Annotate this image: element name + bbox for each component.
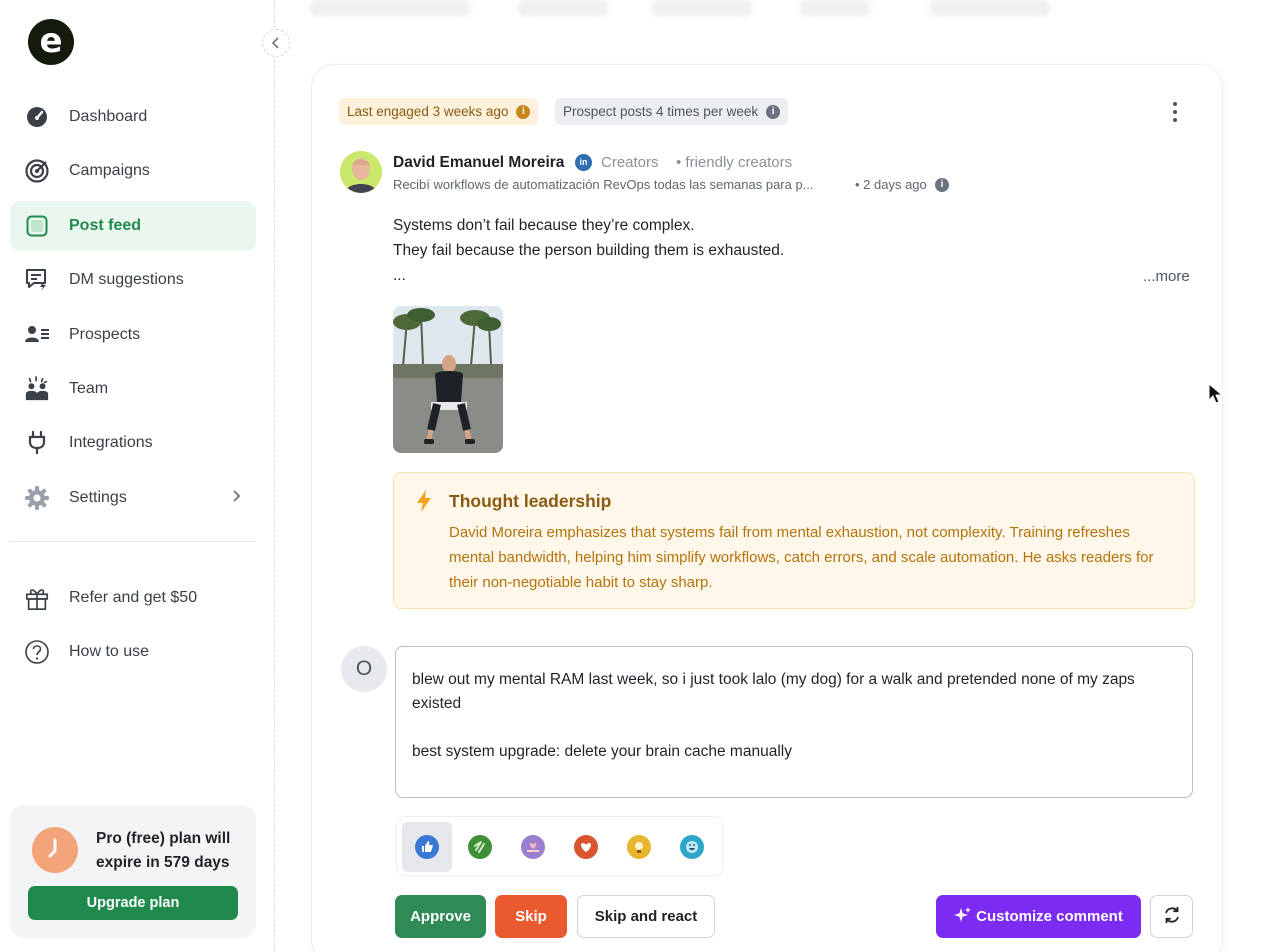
lightbulb-icon — [627, 835, 651, 859]
post-text-line: They fail because the person building th… — [393, 242, 785, 259]
sidebar-item-label: Refer and get $50 — [69, 589, 198, 606]
sidebar-item-prospects[interactable]: Prospects — [10, 310, 256, 360]
sidebar-item-settings[interactable]: Settings — [10, 473, 256, 523]
laughing-face-icon — [680, 835, 704, 859]
author-avatar[interactable] — [340, 151, 382, 193]
info-icon[interactable]: i — [516, 104, 531, 119]
gift-icon — [24, 585, 50, 611]
heart-hand-icon — [521, 835, 545, 859]
heart-icon — [574, 835, 598, 859]
sidebar-item-label: Settings — [69, 488, 127, 506]
post-text-line: ... — [393, 267, 406, 284]
sidebar-item-dashboard[interactable]: Dashboard — [10, 92, 256, 142]
sparkle-icon — [954, 906, 972, 928]
chevron-right-icon — [232, 489, 242, 506]
plan-card: Pro (free) plan will expire in 579 days … — [10, 805, 256, 938]
secondary-nav: Refer and get $50 How to use — [10, 573, 256, 682]
target-icon — [24, 158, 50, 184]
sidebar-item-how-to-use[interactable]: How to use — [10, 627, 256, 677]
sidebar-item-label: Dashboard — [69, 108, 148, 125]
lightning-icon — [414, 489, 434, 518]
sidebar-divider — [10, 541, 256, 542]
collapse-sidebar-button[interactable] — [262, 29, 290, 57]
reaction-like[interactable] — [402, 822, 452, 872]
sidebar-item-label: Integrations — [69, 434, 153, 452]
clock-icon — [32, 827, 78, 873]
sidebar-item-campaigns[interactable]: Campaigns — [10, 146, 256, 196]
last-engaged-badge: Last engaged 3 weeks ago i — [339, 98, 539, 125]
sidebar-item-dm-suggestions[interactable]: DM suggestions — [10, 255, 256, 305]
author-group: Creators — [601, 154, 659, 171]
commenter-avatar: O — [341, 646, 387, 692]
insight-card: Thought leadership David Moreira emphasi… — [393, 472, 1195, 609]
post-time: • 2 days ago — [855, 177, 927, 192]
comment-paragraph: blew out my mental RAM last week, so i j… — [412, 671, 1135, 712]
reaction-love[interactable] — [561, 822, 611, 872]
comment-textarea[interactable]: blew out my mental RAM last week, so i j… — [395, 646, 1193, 798]
customize-comment-button[interactable]: Customize comment — [936, 895, 1141, 938]
author-name[interactable]: David Emanuel Moreira — [393, 154, 564, 172]
feed-icon — [24, 213, 50, 239]
reaction-insightful[interactable] — [614, 822, 664, 872]
thumbs-up-icon — [415, 835, 439, 859]
team-icon — [24, 376, 50, 402]
comment-paragraph — [412, 716, 1176, 740]
sidebar-item-team[interactable]: Team — [10, 364, 256, 414]
sidebar-item-integrations[interactable]: Integrations — [10, 418, 256, 468]
sidebar-item-label: DM suggestions — [69, 271, 184, 289]
message-bolt-icon — [24, 267, 50, 293]
refresh-icon — [1162, 905, 1182, 929]
sidebar-item-label: Post feed — [69, 216, 142, 234]
upgrade-plan-button[interactable]: Upgrade plan — [28, 886, 238, 920]
top-tabs-blurred — [300, 0, 1200, 28]
reaction-celebrate[interactable] — [455, 822, 505, 872]
info-icon[interactable]: i — [935, 178, 949, 192]
see-more-link[interactable]: ...more — [1143, 268, 1190, 285]
more-options-icon[interactable] — [1166, 100, 1184, 124]
skip-and-react-button[interactable]: Skip and react — [577, 895, 715, 938]
sidebar-item-label: How to use — [69, 643, 150, 661]
gear-icon — [24, 485, 50, 511]
question-icon — [24, 639, 50, 665]
sidebar-item-post-feed[interactable]: Post feed — [10, 200, 256, 251]
author-group-tag: • friendly creators — [676, 154, 793, 171]
post-text-line: Systems don’t fail because they’re compl… — [393, 217, 695, 234]
reaction-picker — [396, 816, 723, 876]
regenerate-button[interactable] — [1150, 895, 1193, 938]
sidebar-item-refer[interactable]: Refer and get $50 — [10, 573, 256, 623]
reaction-funny[interactable] — [667, 822, 717, 872]
mouse-cursor-icon — [1208, 382, 1224, 410]
contact-card-icon — [24, 322, 50, 348]
info-icon[interactable]: i — [766, 104, 781, 119]
linkedin-icon: in — [575, 154, 592, 171]
insight-body: David Moreira emphasizes that systems fa… — [449, 524, 1154, 591]
skip-button[interactable]: Skip — [495, 895, 567, 938]
sidebar-item-label: Campaigns — [69, 162, 150, 180]
sidebar-item-label: Prospects — [69, 325, 141, 343]
main-nav: Dashboard Campaigns Post feed DM suggest… — [10, 92, 256, 527]
gauge-icon — [24, 104, 50, 130]
approve-button[interactable]: Approve — [395, 895, 486, 938]
customize-comment-label: Customize comment — [976, 908, 1123, 925]
author-headline: Recibí workflows de automatización RevOp… — [393, 177, 814, 192]
sidebar: e Dashboard Campaigns Post feed DM sugge… — [0, 0, 275, 952]
plan-expiry-text: Pro (free) plan will expire in 579 days — [96, 830, 231, 871]
reaction-support[interactable] — [508, 822, 558, 872]
plug-icon — [24, 430, 50, 456]
post-frequency-badge: Prospect posts 4 times per week i — [555, 98, 789, 125]
sidebar-item-label: Team — [69, 379, 109, 397]
app-logo[interactable]: e — [28, 19, 74, 65]
clapping-hands-icon — [468, 835, 492, 859]
insight-title: Thought leadership — [449, 491, 612, 511]
post-image[interactable] — [393, 306, 503, 453]
comment-paragraph: best system upgrade: delete your brain c… — [412, 743, 792, 760]
